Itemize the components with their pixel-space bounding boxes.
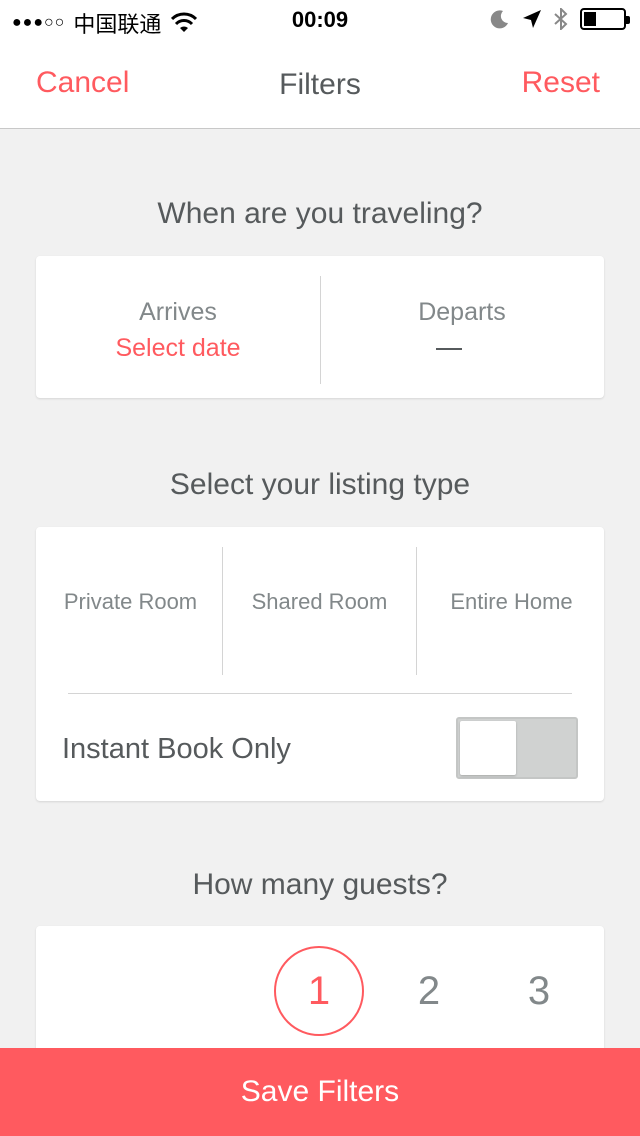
listing-type-shared-room[interactable]: Shared Room — [225, 527, 414, 677]
battery-icon — [580, 8, 630, 30]
status-bar: ●●●○○ 中国联通 00:09 — [0, 0, 640, 40]
guest-option-2[interactable]: 2 — [384, 946, 474, 1036]
instant-book-toggle[interactable] — [456, 717, 578, 779]
guests-card: 1 2 3 — [36, 926, 604, 1056]
bluetooth-icon — [554, 8, 568, 30]
guest-option-3[interactable]: 3 — [494, 946, 584, 1036]
arrives-value: Select date — [115, 334, 241, 362]
listing-divider — [222, 547, 223, 675]
listing-separator — [68, 693, 572, 694]
departs-empty-dash — [436, 348, 462, 350]
instant-book-label: Instant Book Only — [62, 733, 291, 765]
reset-button[interactable]: Reset — [522, 66, 600, 100]
status-icons — [490, 8, 630, 30]
listing-type-card: Private Room Shared Room Entire Home Ins… — [36, 527, 604, 801]
toggle-knob — [460, 721, 516, 775]
save-filters-button[interactable]: Save Filters — [0, 1048, 640, 1136]
location-arrow-icon — [523, 10, 541, 28]
listing-heading: Select your listing type — [169, 468, 471, 501]
departs-label: Departs — [418, 298, 506, 326]
departs-date-picker[interactable]: Departs — [320, 256, 604, 398]
listing-type-entire-home[interactable]: Entire Home — [417, 527, 606, 677]
listing-type-private-room[interactable]: Private Room — [36, 527, 225, 677]
arrives-date-picker[interactable]: Arrives Select date — [36, 256, 320, 398]
battery-level — [584, 12, 596, 26]
guest-option-1[interactable]: 1 — [274, 946, 364, 1036]
nav-bar: Cancel Filters Reset — [0, 40, 640, 129]
travel-heading: When are you traveling? — [157, 197, 483, 230]
moon-icon — [490, 10, 508, 29]
guests-heading: How many guests? — [192, 868, 448, 901]
arrives-label: Arrives — [139, 298, 217, 326]
travel-dates-card: Arrives Select date Departs — [36, 256, 604, 398]
